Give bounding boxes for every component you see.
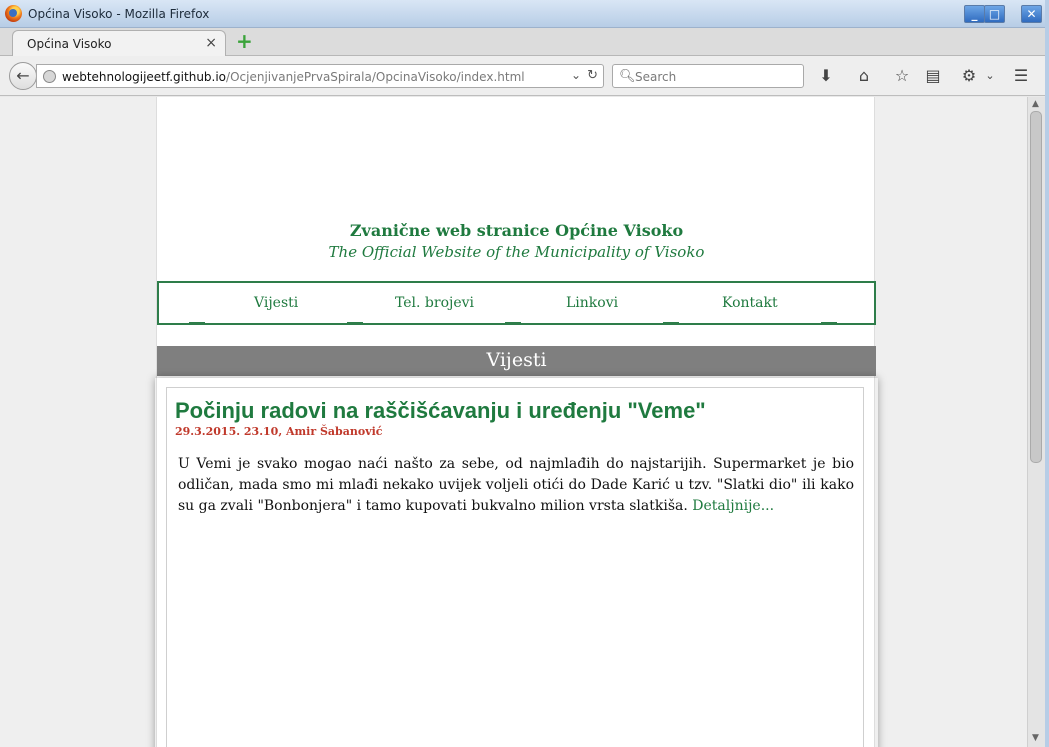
reading-list-icon[interactable]: ▤	[922, 66, 944, 85]
bookmark-star-icon[interactable]: ☆	[891, 66, 913, 85]
menu-item-kontakt[interactable]: Kontakt	[722, 295, 778, 311]
scroll-up-icon[interactable]: ▲	[1032, 99, 1039, 109]
url-bar[interactable]: webtehnologijeetf.github.io/Ocjenjivanje…	[36, 64, 604, 88]
menu-divider	[821, 322, 837, 325]
title-bar: Općina Visoko - Mozilla Firefox _ □ ✕	[0, 0, 1049, 28]
site-subtitle: The Official Website of the Municipality…	[328, 243, 705, 261]
minimize-button[interactable]: _	[964, 5, 985, 23]
menu-item-tel-brojevi[interactable]: Tel. brojevi	[395, 295, 474, 311]
new-tab-button[interactable]: +	[236, 31, 253, 51]
menu-divider	[505, 322, 521, 325]
site-identity-icon[interactable]	[43, 70, 56, 83]
menu-icon[interactable]: ☰	[1010, 66, 1032, 85]
tab-close-icon[interactable]: ×	[205, 35, 217, 51]
search-bar[interactable]: 🔍︎	[612, 64, 804, 88]
article-body: U Vemi je svako mogao naći našto za sebe…	[178, 456, 854, 514]
home-icon[interactable]: ⌂	[853, 66, 875, 85]
menu-divider	[189, 322, 205, 325]
window-frame	[1045, 0, 1049, 747]
menu-item-vijesti[interactable]: Vijesti	[254, 295, 298, 311]
download-icon[interactable]: ⬇	[815, 66, 837, 85]
search-icon: 🔍︎	[619, 69, 636, 84]
tab-opcina-visoko[interactable]: Općina Visoko ×	[12, 30, 226, 56]
news-article: Počinju radovi na raščišćavanju i uređen…	[166, 387, 864, 747]
tab-title: Općina Visoko	[27, 37, 112, 51]
search-input[interactable]	[635, 68, 795, 85]
url-dropdown-icon[interactable]: ⌄	[571, 68, 581, 82]
addon-dropdown-icon[interactable]: ⌄	[979, 69, 1001, 82]
page-viewport: Zvanične web stranice Općine Visoko The …	[0, 97, 1027, 747]
maximize-button[interactable]: □	[984, 5, 1005, 23]
main-menu: Vijesti Tel. brojevi Linkovi Kontakt	[157, 281, 876, 325]
vertical-scrollbar[interactable]: ▲ ▼	[1027, 97, 1045, 747]
url-text[interactable]: webtehnologijeetf.github.io/Ocjenjivanje…	[62, 70, 525, 84]
scroll-down-icon[interactable]: ▼	[1032, 733, 1039, 743]
reload-icon[interactable]: ↻	[587, 68, 598, 83]
article-meta: 29.3.2015. 23.10, Amir Šabanović	[175, 425, 383, 438]
firefox-window: Općina Visoko - Mozilla Firefox _ □ ✕ Op…	[0, 0, 1049, 747]
scrollbar-thumb[interactable]	[1030, 111, 1042, 463]
site-page: Zvanične web stranice Općine Visoko The …	[156, 97, 876, 747]
menu-item-linkovi[interactable]: Linkovi	[566, 295, 618, 311]
addon-icon[interactable]: ⚙	[958, 66, 980, 85]
article-title[interactable]: Počinju radovi na raščišćavanju i uređen…	[175, 398, 706, 424]
site-title: Zvanične web stranice Općine Visoko	[349, 221, 684, 240]
tab-strip: Općina Visoko ×	[0, 28, 1049, 56]
firefox-logo-icon	[5, 5, 22, 22]
menu-divider	[663, 322, 679, 325]
window-title: Općina Visoko - Mozilla Firefox	[28, 7, 210, 21]
section-heading: Vijesti	[157, 346, 876, 376]
read-more-link[interactable]: Detaljnije...	[692, 498, 774, 514]
navigation-toolbar: ← webtehnologijeetf.github.io/Ocjenjivan…	[0, 56, 1049, 96]
close-window-button[interactable]: ✕	[1021, 5, 1042, 23]
menu-divider	[347, 322, 363, 325]
back-button[interactable]: ←	[9, 62, 37, 90]
